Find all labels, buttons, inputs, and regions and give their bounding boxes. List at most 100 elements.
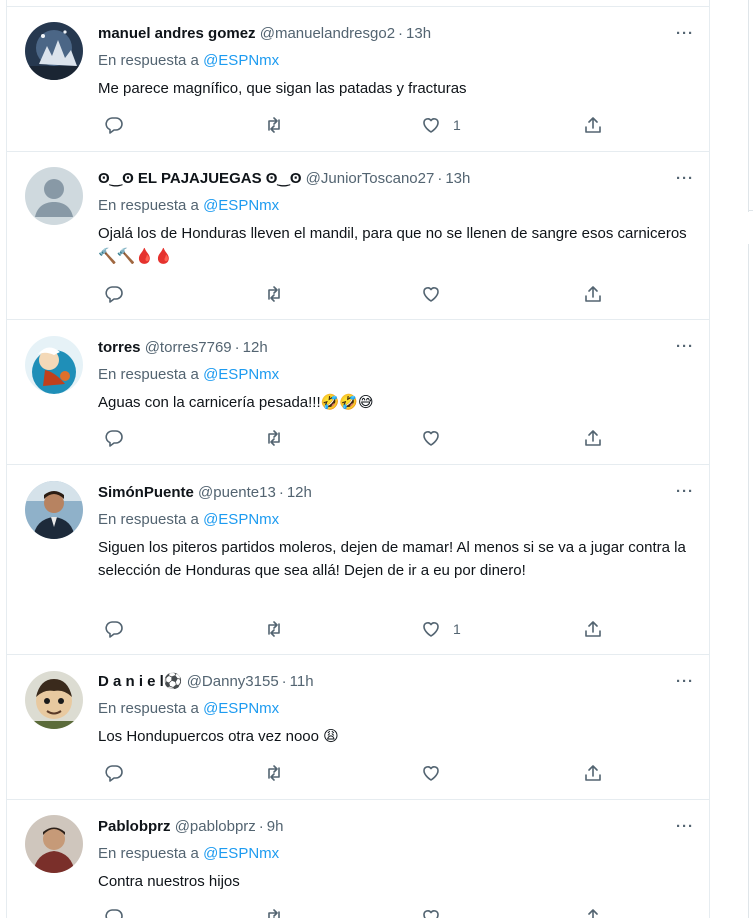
sidebar-border — [748, 0, 749, 212]
avatar[interactable] — [25, 167, 83, 225]
display-name[interactable]: D a n i e l⚽ — [98, 673, 183, 690]
reply-to-link[interactable]: @ESPNmx — [203, 511, 279, 528]
separator-dot: · — [281, 673, 287, 690]
share-button[interactable] — [583, 762, 603, 784]
reply-button[interactable] — [104, 762, 124, 784]
avatar[interactable] — [25, 815, 83, 873]
display-name[interactable]: ʘ‿ʘ EL PAJAJUEGAS ʘ‿ʘ — [98, 170, 302, 187]
like-count: 1 — [453, 621, 461, 637]
like-button[interactable]: 1 — [421, 114, 461, 136]
timestamp[interactable]: 12h — [243, 339, 268, 356]
reply-button[interactable] — [104, 427, 124, 449]
tweet[interactable]: ʘ‿ʘ EL PAJAJUEGAS ʘ‿ʘ @JuniorToscano27 · 1… — [7, 152, 709, 320]
tweet-text: Me parece magnífico, que sigan las patad… — [98, 80, 467, 97]
retweet-button[interactable] — [264, 618, 284, 640]
reply-icon — [105, 909, 123, 918]
tweet[interactable]: SimónPuente @puente13 · 12h En respuesta a… — [7, 465, 709, 655]
like-button[interactable] — [421, 906, 453, 918]
tweet-header: ʘ‿ʘ EL PAJAJUEGAS ʘ‿ʘ @JuniorToscano27 · 1… — [98, 169, 695, 189]
reply-context: En respuesta a @ESPNmx — [98, 844, 695, 864]
cartoon-face-avatar-icon — [25, 671, 83, 729]
share-icon — [588, 909, 598, 918]
tweet[interactable]: torres @torres7769 · 12h En respuesta a @E… — [7, 320, 709, 465]
user-handle[interactable]: @puente13 — [198, 484, 276, 501]
tweet[interactable]: Pablobprz @pablobprz · 9h En respuesta a @… — [7, 800, 709, 918]
share-button[interactable] — [583, 427, 603, 449]
reply-to-link[interactable]: @ESPNmx — [203, 197, 279, 214]
display-name[interactable]: SimónPuente — [98, 484, 194, 501]
more-options-button[interactable]: ··· — [673, 339, 697, 361]
like-count: 1 — [453, 117, 461, 133]
timestamp[interactable]: 13h — [445, 170, 470, 187]
separator-dot: · — [278, 484, 284, 501]
like-button[interactable]: 1 — [421, 618, 461, 640]
reply-icon — [105, 117, 123, 134]
tweet[interactable]: D a n i e l⚽ @Danny3155 · 11h En respuesta… — [7, 655, 709, 800]
share-button[interactable] — [583, 283, 603, 305]
reply-icon — [105, 621, 123, 638]
share-button[interactable] — [583, 114, 603, 136]
reply-context: En respuesta a @ESPNmx — [98, 51, 695, 71]
display-name[interactable]: Pablobprz — [98, 818, 171, 835]
retweet-button[interactable] — [264, 906, 284, 918]
more-options-button[interactable]: ··· — [673, 26, 697, 48]
more-options-button[interactable]: ··· — [673, 484, 697, 506]
share-button[interactable] — [583, 618, 603, 640]
tweet-text: Contra nuestros hijos — [98, 873, 240, 890]
tweet-header: Pablobprz @pablobprz · 9h — [98, 817, 695, 837]
reply-to-link[interactable]: @ESPNmx — [203, 52, 279, 69]
timestamp[interactable]: 9h — [267, 818, 284, 835]
reply-button[interactable] — [104, 618, 124, 640]
reply-context: En respuesta a @ESPNmx — [98, 510, 695, 530]
like-button[interactable] — [421, 283, 453, 305]
user-handle[interactable]: @JuniorToscano27 — [306, 170, 435, 187]
retweet-button[interactable] — [264, 762, 284, 784]
person-photo-avatar-icon — [25, 481, 83, 539]
tweet[interactable]: manuel andres gomez @manuelandresgo2 · 13h… — [7, 6, 709, 152]
retweet-button[interactable] — [264, 114, 284, 136]
retweet-icon — [268, 117, 280, 133]
avatar[interactable] — [25, 336, 83, 394]
reply-context: En respuesta a @ESPNmx — [98, 365, 695, 385]
retweet-button[interactable] — [264, 283, 284, 305]
reply-icon — [105, 765, 123, 782]
reply-button[interactable] — [104, 114, 124, 136]
reply-context: En respuesta a @ESPNmx — [98, 196, 695, 216]
avatar[interactable] — [25, 481, 83, 539]
user-handle[interactable]: @Danny3155 — [187, 673, 279, 690]
heart-icon — [423, 287, 439, 302]
reply-button[interactable] — [104, 283, 124, 305]
more-options-button[interactable]: ··· — [673, 819, 697, 841]
like-button[interactable] — [421, 762, 453, 784]
heart-icon — [423, 118, 439, 133]
reply-prefix: En respuesta a — [98, 366, 199, 383]
cartoon-avatar-icon — [25, 336, 83, 394]
more-options-button[interactable]: ··· — [673, 171, 697, 193]
share-icon — [585, 286, 601, 302]
tweet-text: Siguen los piteros partidos moleros, dej… — [98, 539, 690, 579]
avatar[interactable] — [25, 671, 83, 729]
display-name[interactable]: manuel andres gomez — [98, 25, 256, 42]
avatar[interactable] — [25, 22, 83, 80]
reply-to-link[interactable]: @ESPNmx — [203, 700, 279, 717]
timestamp[interactable]: 11h — [290, 673, 314, 690]
user-handle[interactable]: @pablobprz — [175, 818, 256, 835]
separator-dot: · — [437, 170, 443, 187]
share-icon — [585, 765, 601, 781]
reply-prefix: En respuesta a — [98, 845, 199, 862]
timestamp[interactable]: 12h — [287, 484, 312, 501]
sidebar-border — [748, 210, 753, 211]
display-name[interactable]: torres — [98, 339, 141, 356]
reply-button[interactable] — [104, 906, 124, 918]
user-handle[interactable]: @torres7769 — [145, 339, 232, 356]
tweet-actions — [98, 906, 618, 918]
retweet-button[interactable] — [264, 427, 284, 449]
timestamp[interactable]: 13h — [406, 25, 431, 42]
like-button[interactable] — [421, 427, 453, 449]
more-options-button[interactable]: ··· — [673, 674, 697, 696]
reply-to-link[interactable]: @ESPNmx — [203, 366, 279, 383]
share-button[interactable] — [583, 906, 603, 918]
user-handle[interactable]: @manuelandresgo2 — [260, 25, 395, 42]
reply-to-link[interactable]: @ESPNmx — [203, 845, 279, 862]
night-sky-avatar-icon — [25, 22, 83, 80]
